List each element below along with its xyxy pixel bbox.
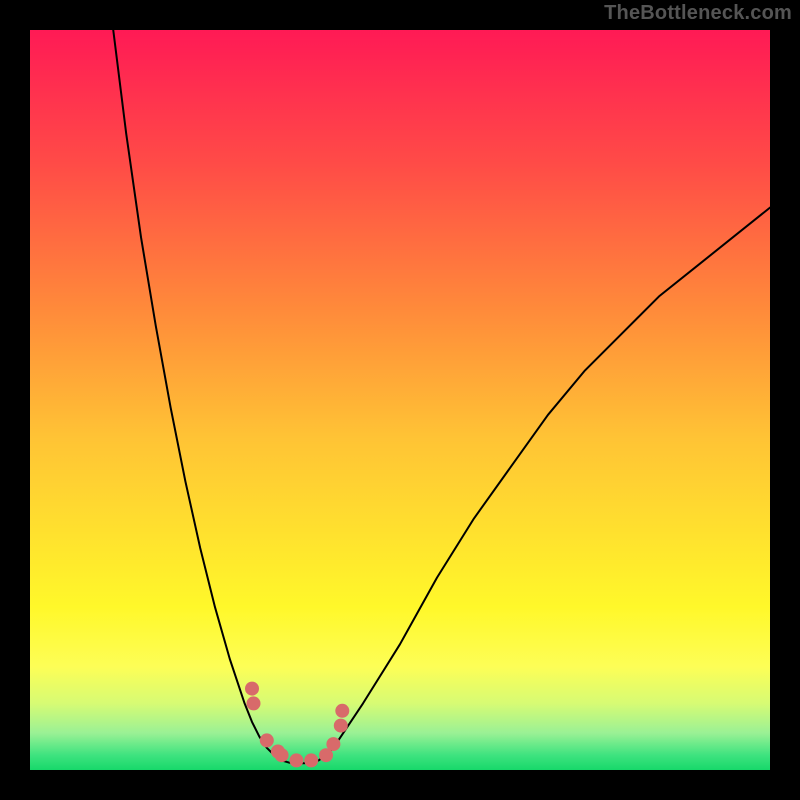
valley-marker	[326, 737, 340, 751]
watermark-text: TheBottleneck.com	[604, 2, 792, 25]
valley-marker	[304, 753, 318, 767]
valley-marker	[247, 696, 261, 710]
valley-marker	[275, 748, 289, 762]
valley-marker	[245, 682, 259, 696]
curve-svg	[30, 30, 770, 770]
chart-frame: TheBottleneck.com	[0, 0, 800, 800]
valley-marker	[260, 733, 274, 747]
valley-marker	[335, 704, 349, 718]
plot-area	[30, 30, 770, 770]
valley-markers	[245, 682, 349, 768]
valley-marker	[334, 719, 348, 733]
valley-marker	[289, 753, 303, 767]
bottleneck-curve	[111, 15, 770, 763]
